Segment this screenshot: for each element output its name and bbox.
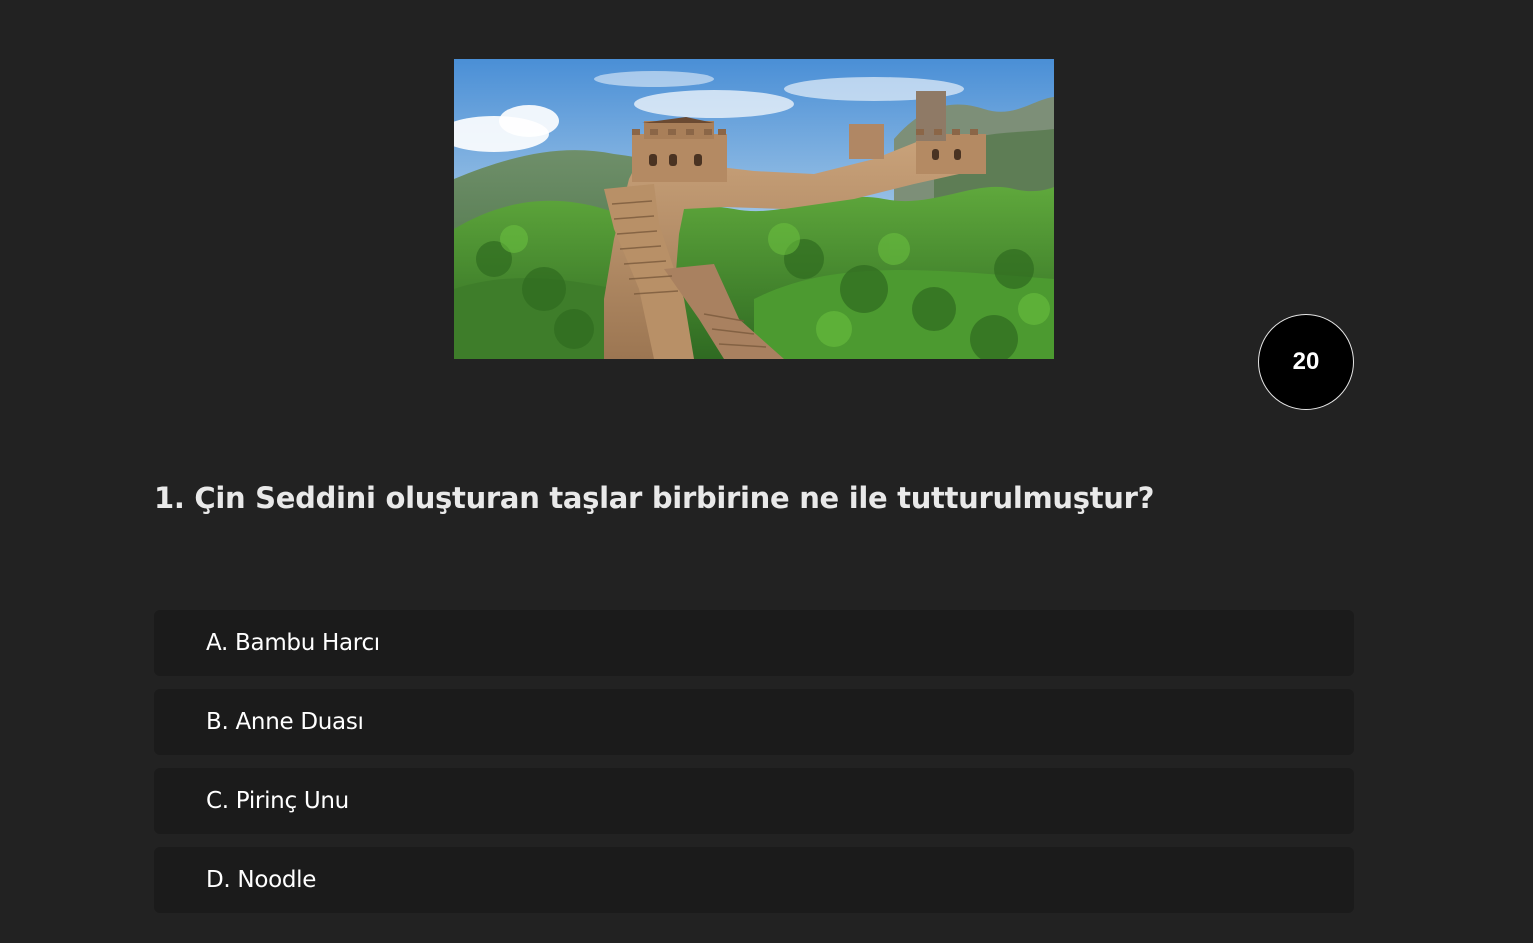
- answer-label: B. Anne Duası: [206, 709, 364, 735]
- answer-label: D. Noodle: [206, 867, 317, 893]
- answer-option-c[interactable]: C. Pirinç Unu: [154, 768, 1354, 834]
- answer-option-b[interactable]: B. Anne Duası: [154, 689, 1354, 755]
- great-wall-image: [454, 59, 1054, 359]
- answer-list: A. Bambu Harcı B. Anne Duası C. Pirinç U…: [154, 610, 1354, 926]
- quiz-page: 20 1. Çin Seddini oluşturan taşlar birbi…: [0, 0, 1533, 943]
- countdown-timer: 20: [1258, 314, 1354, 410]
- answer-label: C. Pirinç Unu: [206, 788, 349, 814]
- answer-label: A. Bambu Harcı: [206, 630, 380, 656]
- answer-option-d[interactable]: D. Noodle: [154, 847, 1354, 913]
- question-text: 1. Çin Seddini oluşturan taşlar birbirin…: [154, 481, 1155, 515]
- answer-option-a[interactable]: A. Bambu Harcı: [154, 610, 1354, 676]
